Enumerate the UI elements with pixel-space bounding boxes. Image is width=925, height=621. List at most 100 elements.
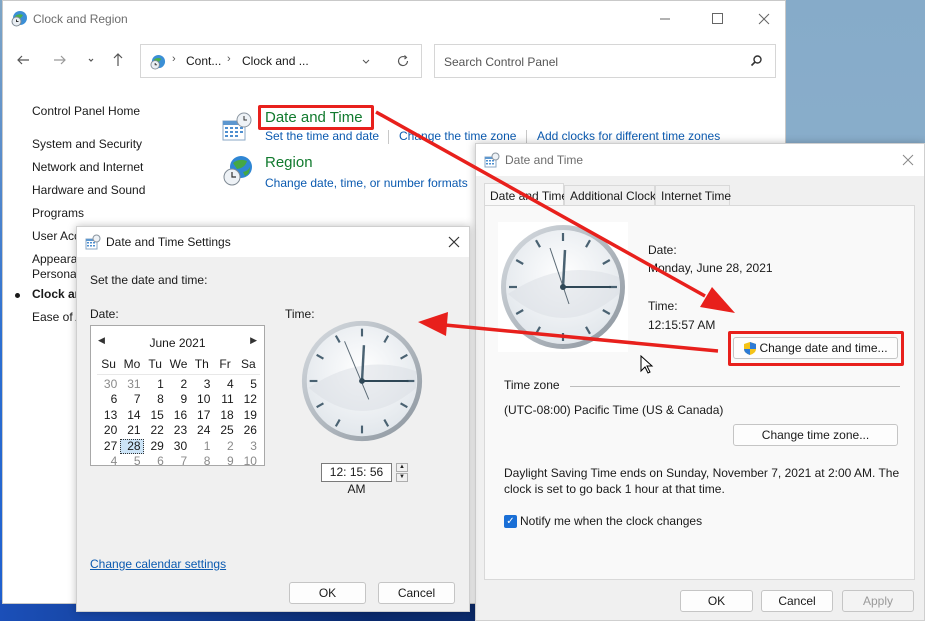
calendar-day[interactable]: 1: [144, 377, 167, 393]
close-button[interactable]: [443, 231, 465, 253]
calendar-day[interactable]: 15: [144, 408, 167, 424]
calendar-day-selected[interactable]: 28: [120, 438, 144, 454]
tab-internet-time[interactable]: Internet Time: [655, 185, 731, 206]
breadcrumb-control-panel[interactable]: Cont...: [186, 54, 221, 68]
link-add-clocks[interactable]: Add clocks for different time zones: [537, 129, 720, 143]
calendar-day[interactable]: 1: [190, 439, 213, 455]
maximize-button[interactable]: [697, 7, 737, 31]
calendar-day[interactable]: 30: [97, 377, 120, 393]
apply-button[interactable]: Apply: [842, 590, 914, 612]
link-change-formats[interactable]: Change date, time, or number formats: [265, 176, 468, 190]
forward-button[interactable]: [49, 49, 71, 71]
time-increment-button[interactable]: ▲: [396, 463, 408, 472]
calendar-day[interactable]: 2: [167, 377, 190, 393]
change-time-zone-button[interactable]: Change time zone...: [733, 424, 898, 446]
calendar-day[interactable]: 14: [120, 408, 143, 424]
notify-checkbox[interactable]: ✓: [504, 515, 517, 528]
tab-additional-clocks[interactable]: Additional Clocks: [564, 185, 662, 206]
calendar-day[interactable]: 9: [167, 392, 190, 408]
calendar-day[interactable]: 17: [190, 408, 213, 424]
calendar-week-row: 6 7 8 9 10 11 12: [97, 392, 260, 408]
search-box[interactable]: Search Control Panel: [434, 44, 776, 78]
next-month-button[interactable]: ▶: [250, 335, 257, 346]
change-date-and-time-button[interactable]: Change date and time...: [733, 337, 898, 359]
search-icon[interactable]: [749, 54, 763, 68]
calendar-day[interactable]: 20: [97, 423, 120, 439]
calendar-day[interactable]: 4: [213, 377, 236, 393]
sidebar-item-programs[interactable]: Programs: [32, 206, 84, 220]
calendar-day[interactable]: 30: [167, 439, 190, 455]
up-arrow-icon: [113, 53, 123, 66]
calendar-day[interactable]: 2: [213, 439, 236, 455]
calendar-day[interactable]: 3: [190, 377, 213, 393]
ok-button[interactable]: OK: [289, 582, 366, 604]
calendar-week-row: 30 31 1 2 3 4 5: [97, 377, 260, 393]
dst-info-line-1: Daylight Saving Time ends on Sunday, Nov…: [504, 466, 900, 480]
sidebar-item-clock-region[interactable]: Clock an: [32, 287, 82, 301]
ok-button[interactable]: OK: [680, 590, 753, 612]
refresh-button[interactable]: [395, 53, 411, 69]
calendar-day[interactable]: 3: [237, 439, 260, 455]
calendar-day[interactable]: 8: [190, 454, 213, 470]
calendar-day[interactable]: 7: [120, 392, 143, 408]
change-calendar-settings-link[interactable]: Change calendar settings: [90, 557, 226, 571]
sidebar-item-appearance[interactable]: Appeara: [32, 252, 77, 266]
sidebar-control-panel-home[interactable]: Control Panel Home: [32, 104, 140, 118]
cancel-button[interactable]: Cancel: [761, 590, 833, 612]
calendar-day[interactable]: 29: [144, 439, 167, 455]
calendar-day[interactable]: 31: [120, 377, 143, 393]
calendar-day[interactable]: 26: [237, 423, 260, 439]
navigation-bar: › Cont... › Clock and ... Search Control…: [3, 43, 785, 79]
analog-clock: [498, 222, 628, 352]
breadcrumb-clock-and-region[interactable]: Clock and ...: [242, 54, 309, 68]
calendar-day[interactable]: 19: [237, 408, 260, 424]
calendar-day[interactable]: 12: [237, 392, 260, 408]
tab-date-and-time[interactable]: Date and Time: [484, 183, 568, 207]
back-button[interactable]: [13, 49, 35, 71]
calendar-clock-icon: [221, 111, 253, 143]
weekday-label: Mo: [123, 357, 141, 371]
calendar-day[interactable]: 16: [167, 408, 190, 424]
sidebar-item-personalization[interactable]: Personal: [32, 267, 79, 281]
link-set-time-and-date[interactable]: Set the time and date: [265, 129, 379, 143]
time-decrement-button[interactable]: ▼: [396, 473, 408, 482]
calendar-day[interactable]: 18: [213, 408, 236, 424]
close-button[interactable]: [897, 149, 919, 171]
calendar-day[interactable]: 24: [190, 423, 213, 439]
calendar-day[interactable]: 11: [213, 392, 236, 408]
link-change-time-zone[interactable]: Change the time zone: [399, 129, 516, 143]
calendar-day[interactable]: 5: [120, 454, 143, 470]
cancel-button[interactable]: Cancel: [378, 582, 455, 604]
category-region[interactable]: Region: [265, 154, 313, 171]
calendar-day[interactable]: 22: [144, 423, 167, 439]
calendar-day[interactable]: 9: [213, 454, 236, 470]
calendar-day[interactable]: 10: [237, 454, 260, 470]
calendar-day[interactable]: 13: [97, 408, 120, 424]
calendar-month-label[interactable]: June 2021: [91, 336, 264, 350]
up-button[interactable]: [107, 49, 129, 71]
calendar-day[interactable]: 10: [190, 392, 213, 408]
calendar-day[interactable]: 27: [97, 439, 120, 455]
calendar-day[interactable]: 5: [237, 377, 260, 393]
calendar-day[interactable]: 21: [120, 423, 143, 439]
forward-arrow-icon: [54, 55, 66, 65]
time-input[interactable]: 12: 15: 56 AM: [321, 463, 392, 496]
weekday-label: We: [169, 357, 188, 371]
minimize-button[interactable]: [645, 7, 685, 31]
sidebar-item-hardware-sound[interactable]: Hardware and Sound: [32, 183, 145, 197]
calendar-day[interactable]: 6: [97, 392, 120, 408]
calendar-day[interactable]: 6: [144, 454, 167, 470]
calendar-day[interactable]: 23: [167, 423, 190, 439]
recent-locations-button[interactable]: [80, 49, 102, 71]
calendar-day[interactable]: 8: [144, 392, 167, 408]
sidebar-item-user-accounts[interactable]: User Acc: [32, 229, 80, 243]
calendar-day[interactable]: 7: [167, 454, 190, 470]
sidebar-item-system-security[interactable]: System and Security: [32, 137, 142, 151]
sidebar-item-network-internet[interactable]: Network and Internet: [32, 160, 143, 174]
close-button[interactable]: [744, 7, 784, 31]
address-dropdown-button[interactable]: [359, 54, 373, 68]
calendar-day[interactable]: 25: [213, 423, 236, 439]
calendar-day[interactable]: 4: [97, 454, 120, 470]
address-bar[interactable]: › Cont... › Clock and ...: [140, 44, 422, 78]
notify-label[interactable]: Notify me when the clock changes: [520, 514, 702, 528]
